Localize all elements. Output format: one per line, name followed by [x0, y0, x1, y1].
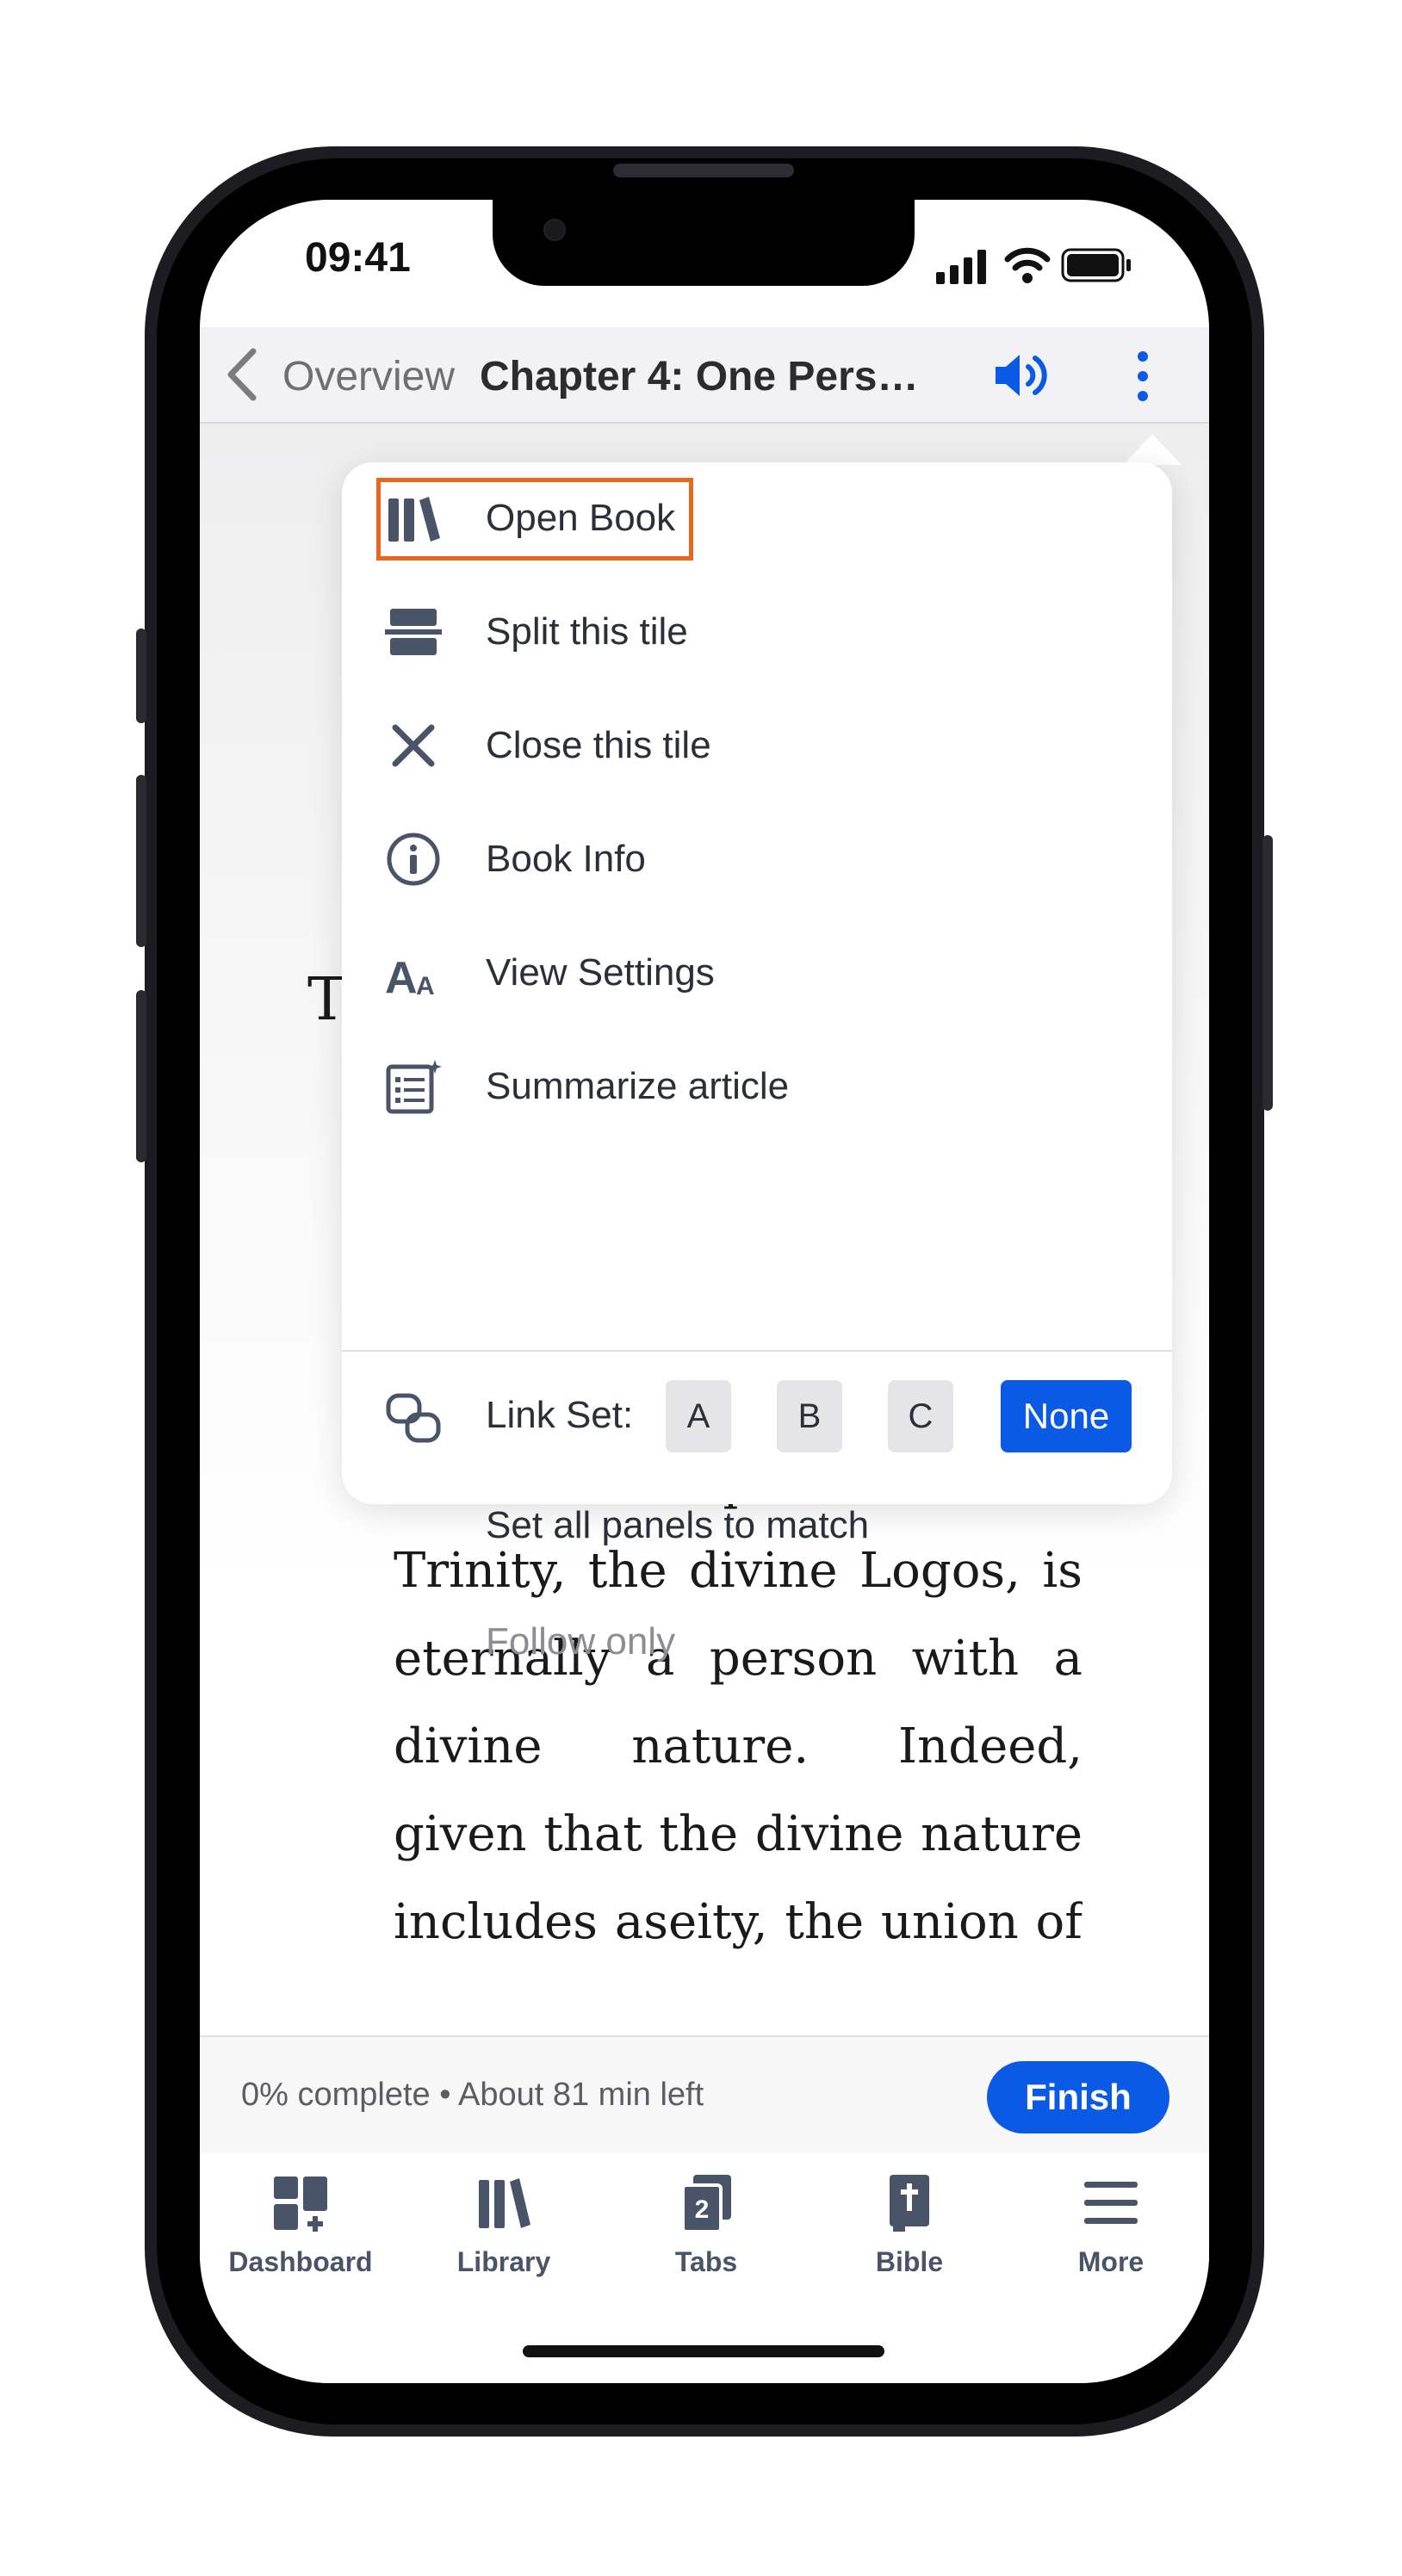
- svg-text:A: A: [385, 953, 418, 1001]
- menu-icon: [1084, 2182, 1138, 2224]
- menu-arrow: [1123, 434, 1182, 465]
- power-button: [1262, 835, 1273, 1111]
- split-icon: [385, 609, 442, 655]
- menu-item-summarize[interactable]: Summarize article: [342, 1031, 1172, 1144]
- tab-label-dashboard: Dashboard: [228, 2246, 373, 2277]
- follow-only-item[interactable]: Follow only: [486, 1620, 675, 1663]
- finish-button[interactable]: Finish: [987, 2061, 1169, 2133]
- back-link-overview[interactable]: Overview: [282, 353, 455, 400]
- tab-bible[interactable]: Bible: [823, 2173, 996, 2302]
- link-set-label: Link Set:: [486, 1394, 634, 1436]
- volume-up-button: [136, 775, 146, 947]
- earpiece-speaker: [613, 164, 794, 177]
- summarize-icon: [386, 1060, 442, 1114]
- menu-item-book-info[interactable]: Book Info: [342, 803, 1172, 917]
- options-menu: Open Book Split this tile Close this til…: [342, 462, 1172, 1663]
- nav-bar: Overview Chapter 4: One Pers…: [200, 327, 1209, 424]
- menu-label-summarize: Summarize article: [486, 1065, 790, 1107]
- status-time: 09:41: [305, 235, 411, 281]
- more-vertical-icon[interactable]: [1130, 346, 1156, 406]
- tab-library[interactable]: Library: [418, 2173, 590, 2302]
- menu-label-book-info: Book Info: [486, 838, 646, 880]
- link-set-row: Link Set: A B C None: [342, 1365, 1172, 1468]
- text-size-icon: A A: [385, 953, 435, 1001]
- battery-icon: [1061, 248, 1131, 282]
- menu-divider: [342, 1350, 1172, 1352]
- signal-icon: [936, 250, 986, 284]
- tabs-icon: 2: [681, 2175, 731, 2233]
- menu-label-split-tile: Split this tile: [486, 610, 688, 653]
- tab-label-bible: Bible: [875, 2246, 944, 2277]
- home-indicator[interactable]: [523, 2345, 884, 2357]
- info-icon: [387, 833, 440, 886]
- link-icon: [386, 1393, 441, 1443]
- menu-label-view-settings: View Settings: [486, 951, 715, 994]
- front-camera: [543, 219, 566, 241]
- tab-dashboard[interactable]: Dashboard: [214, 2173, 387, 2302]
- article-dropcap: T: [307, 966, 347, 1034]
- library-icon: [479, 2178, 530, 2228]
- menu-item-open-book[interactable]: Open Book: [342, 462, 1172, 576]
- tab-tabs[interactable]: 2 Tabs: [620, 2173, 792, 2302]
- close-icon: [392, 724, 435, 767]
- menu-item-view-settings[interactable]: A A View Settings: [342, 917, 1172, 1031]
- tab-label-more: More: [1077, 2246, 1145, 2277]
- svg-text:A: A: [416, 972, 435, 1000]
- tab-label-library: Library: [456, 2246, 551, 2277]
- bible-icon: [890, 2175, 929, 2232]
- volume-down-button: [136, 990, 146, 1162]
- link-set-a-button[interactable]: A: [666, 1380, 731, 1452]
- link-set-b-button[interactable]: B: [777, 1380, 842, 1452]
- menu-label-open-book: Open Book: [486, 497, 676, 539]
- menu-label-close-tile: Close this tile: [486, 724, 711, 766]
- screen: T The second person of the Trinity, the …: [200, 200, 1209, 2383]
- tabs-count: 2: [695, 2195, 710, 2224]
- tab-label-tabs: Tabs: [674, 2246, 738, 2277]
- progress-bar: 0% complete • About 81 min left Finish: [200, 2035, 1209, 2154]
- books-icon: [388, 497, 440, 542]
- wifi-icon: [1004, 247, 1051, 283]
- silent-switch: [136, 629, 146, 723]
- progress-text: 0% complete • About 81 min left: [241, 2077, 704, 2113]
- tab-more[interactable]: More: [1025, 2173, 1197, 2302]
- page-title: Chapter 4: One Pers…: [480, 354, 919, 399]
- back-chevron-icon[interactable]: [220, 344, 264, 405]
- speaker-icon[interactable]: [992, 350, 1052, 401]
- link-set-c-button[interactable]: C: [888, 1380, 953, 1452]
- dashboard-icon: [274, 2177, 327, 2232]
- menu-item-close-tile[interactable]: Close this tile: [342, 690, 1172, 803]
- notch: [493, 200, 915, 286]
- set-all-panels-item[interactable]: Set all panels to match: [486, 1504, 869, 1547]
- link-set-none-button[interactable]: None: [1001, 1380, 1132, 1452]
- menu-item-split-tile[interactable]: Split this tile: [342, 576, 1172, 690]
